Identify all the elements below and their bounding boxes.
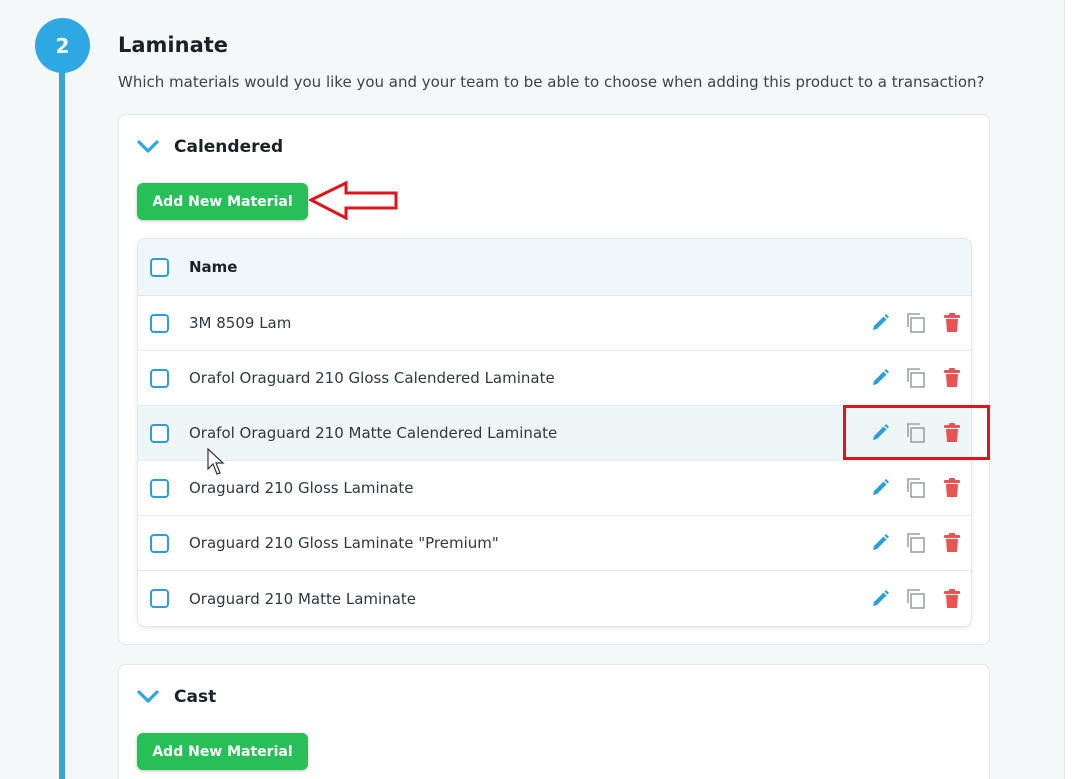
row-checkbox[interactable]	[150, 589, 169, 608]
row-checkbox[interactable]	[150, 533, 169, 553]
material-name: Orafol Oraguard 210 Gloss Calendered Lam…	[189, 369, 555, 387]
pencil-icon[interactable]	[868, 587, 891, 610]
table-header: Name	[138, 239, 971, 296]
scrollbar-track[interactable]	[1064, 0, 1072, 779]
row-checkbox[interactable]	[150, 368, 169, 388]
chevron-down-icon	[137, 140, 159, 153]
add-new-material-button[interactable]: Add New Material	[137, 733, 308, 770]
pencil-icon[interactable]	[868, 477, 891, 500]
trash-icon[interactable]	[940, 587, 963, 610]
column-header-name: Name	[189, 258, 238, 276]
select-all-checkbox[interactable]	[150, 257, 169, 277]
copy-icon[interactable]	[904, 312, 927, 335]
row-checkbox[interactable]	[150, 478, 169, 498]
section-title: Laminate	[118, 33, 229, 57]
copy-icon[interactable]	[904, 532, 927, 555]
row-checkbox[interactable]	[150, 423, 169, 443]
annotation-highlight-box	[843, 405, 990, 460]
material-name: 3M 8509 Lam	[189, 314, 292, 332]
chevron-down-icon	[137, 690, 159, 703]
mouse-cursor-icon	[207, 448, 225, 475]
copy-icon[interactable]	[904, 477, 927, 500]
group-card-calendered: Calendered Add New Material Name 3M 8509…	[118, 114, 990, 645]
section-description: Which materials would you like you and y…	[118, 73, 985, 91]
trash-icon[interactable]	[940, 367, 963, 390]
table-row: Oraguard 210 Gloss Laminate	[138, 461, 971, 516]
trash-icon[interactable]	[940, 477, 963, 500]
row-actions	[868, 571, 963, 626]
table-row: Oraguard 210 Matte Laminate	[138, 571, 971, 626]
group-title: Cast	[174, 687, 217, 707]
group-header-cast[interactable]: Cast	[137, 687, 216, 707]
pencil-icon[interactable]	[868, 367, 891, 390]
annotation-arrow-icon	[309, 181, 398, 221]
row-actions	[868, 461, 963, 515]
row-actions	[868, 516, 963, 570]
row-actions	[868, 351, 963, 405]
row-actions	[868, 296, 963, 350]
step-badge: 2	[35, 18, 90, 73]
group-header-calendered[interactable]: Calendered	[137, 137, 283, 157]
timeline-line	[59, 60, 65, 779]
group-card-cast: Cast Add New Material	[118, 664, 990, 779]
table-row: Oraguard 210 Gloss Laminate "Premium"	[138, 516, 971, 571]
table-row: Orafol Oraguard 210 Gloss Calendered Lam…	[138, 351, 971, 406]
material-name: Oraguard 210 Gloss Laminate "Premium"	[189, 534, 499, 552]
material-name: Oraguard 210 Gloss Laminate	[189, 479, 414, 497]
row-checkbox[interactable]	[150, 313, 169, 333]
trash-icon[interactable]	[940, 312, 963, 335]
material-name: Orafol Oraguard 210 Matte Calendered Lam…	[189, 424, 558, 442]
add-new-material-button[interactable]: Add New Material	[137, 183, 308, 220]
copy-icon[interactable]	[904, 367, 927, 390]
pencil-icon[interactable]	[868, 532, 891, 555]
material-name: Oraguard 210 Matte Laminate	[189, 589, 417, 608]
table-row: 3M 8509 Lam	[138, 296, 971, 351]
trash-icon[interactable]	[940, 532, 963, 555]
group-title: Calendered	[174, 137, 284, 157]
pencil-icon[interactable]	[868, 312, 891, 335]
copy-icon[interactable]	[904, 587, 927, 610]
